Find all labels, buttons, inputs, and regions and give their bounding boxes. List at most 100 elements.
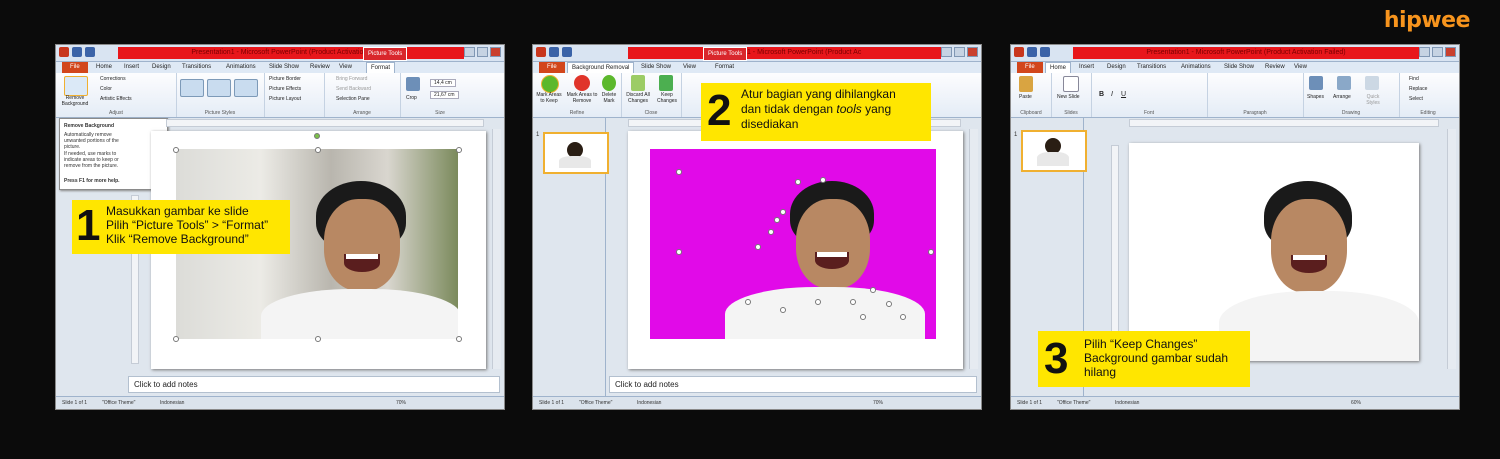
- checkmark-icon[interactable]: [659, 75, 673, 91]
- tab-insert[interactable]: Insert: [124, 62, 139, 73]
- tab-design[interactable]: Design: [152, 62, 171, 73]
- picture-effects-button[interactable]: Picture Effects: [269, 86, 301, 92]
- tab-file[interactable]: File: [539, 62, 565, 73]
- resize-handle[interactable]: [456, 336, 462, 342]
- zoom-level[interactable]: 70%: [396, 397, 406, 409]
- keep-mark[interactable]: [815, 299, 821, 305]
- keep-mark[interactable]: [768, 229, 774, 235]
- language[interactable]: Indonesian: [1115, 397, 1139, 409]
- picture-layout-button[interactable]: Picture Layout: [269, 96, 301, 102]
- tab-format[interactable]: Format: [715, 62, 734, 73]
- keep-mark[interactable]: [745, 299, 751, 305]
- bold-button[interactable]: B: [1099, 91, 1104, 98]
- keep-mark[interactable]: [780, 209, 786, 215]
- width-field[interactable]: 21,67 cm: [430, 91, 459, 99]
- picture-border-button[interactable]: Picture Border: [269, 76, 301, 82]
- color-button[interactable]: Color: [100, 86, 112, 92]
- mark-areas-to-keep-button[interactable]: Mark Areas to Keep: [535, 92, 563, 104]
- slide-canvas[interactable]: [628, 131, 963, 369]
- minimize-icon[interactable]: [941, 47, 952, 57]
- maximize-icon[interactable]: [954, 47, 965, 57]
- keep-mark[interactable]: [860, 314, 866, 320]
- underline-button[interactable]: U: [1121, 91, 1126, 98]
- zoom-level[interactable]: 70%: [873, 397, 883, 409]
- new-slide-button[interactable]: New Slide: [1057, 94, 1080, 100]
- selection-handle[interactable]: [676, 169, 682, 175]
- resize-handle[interactable]: [315, 336, 321, 342]
- tab-review[interactable]: Review: [310, 62, 330, 73]
- replace-button[interactable]: Replace: [1409, 86, 1427, 92]
- quick-access-toolbar[interactable]: [59, 47, 95, 57]
- arrange-icon[interactable]: [1337, 76, 1351, 90]
- close-icon[interactable]: [490, 47, 501, 57]
- tab-file[interactable]: File: [62, 62, 88, 73]
- save-icon[interactable]: [549, 47, 559, 57]
- tab-view[interactable]: View: [683, 62, 696, 73]
- keep-changes-button[interactable]: Keep Changes: [655, 92, 679, 104]
- keep-mark[interactable]: [774, 217, 780, 223]
- vertical-scrollbar[interactable]: [1447, 129, 1456, 369]
- delete-mark-button[interactable]: Delete Mark: [599, 92, 619, 104]
- tab-transitions[interactable]: Transitions: [182, 62, 211, 73]
- tab-transitions[interactable]: Transitions: [1137, 62, 1166, 73]
- resize-handle[interactable]: [315, 147, 321, 153]
- quick-styles-icon[interactable]: [1365, 76, 1379, 90]
- notes-pane[interactable]: Click to add notes: [609, 376, 977, 393]
- quick-styles-button[interactable]: Quick Styles: [1361, 94, 1385, 106]
- resize-handle[interactable]: [456, 147, 462, 153]
- zoom-level[interactable]: 60%: [1351, 397, 1361, 409]
- crop-icon[interactable]: [406, 77, 420, 91]
- resize-handle[interactable]: [173, 147, 179, 153]
- corrections-button[interactable]: Corrections: [100, 76, 126, 82]
- slide-canvas[interactable]: [1129, 143, 1419, 361]
- tab-home[interactable]: Home: [96, 62, 112, 73]
- rotate-handle[interactable]: [314, 133, 320, 139]
- tab-insert[interactable]: Insert: [1079, 62, 1094, 73]
- keep-mark[interactable]: [820, 177, 826, 183]
- paste-button[interactable]: Paste: [1019, 94, 1032, 100]
- selection-handle[interactable]: [676, 249, 682, 255]
- style-thumbnail-2[interactable]: [207, 79, 231, 97]
- maximize-icon[interactable]: [477, 47, 488, 57]
- close-icon[interactable]: [967, 47, 978, 57]
- undo-icon[interactable]: [562, 47, 572, 57]
- style-thumbnail-1[interactable]: [180, 79, 204, 97]
- keep-mark[interactable]: [780, 307, 786, 313]
- maximize-icon[interactable]: [1432, 47, 1443, 57]
- window-controls[interactable]: [1419, 47, 1456, 57]
- undo-icon[interactable]: [85, 47, 95, 57]
- italic-button[interactable]: I: [1111, 91, 1113, 98]
- tab-view[interactable]: View: [339, 62, 352, 73]
- vertical-scrollbar[interactable]: [969, 129, 978, 369]
- language[interactable]: Indonesian: [637, 397, 661, 409]
- keep-mark[interactable]: [795, 179, 801, 185]
- remove-background-icon[interactable]: [64, 76, 88, 96]
- tab-review[interactable]: Review: [1265, 62, 1285, 73]
- tab-animations[interactable]: Animations: [1181, 62, 1211, 73]
- keep-mark[interactable]: [886, 301, 892, 307]
- shapes-button[interactable]: Shapes: [1307, 94, 1324, 100]
- shapes-icon[interactable]: [1309, 76, 1323, 90]
- slide-thumbnail-1[interactable]: [543, 132, 609, 174]
- discard-all-changes-button[interactable]: Discard All Changes: [623, 92, 653, 104]
- mark-keep-icon[interactable]: [541, 75, 559, 93]
- remove-background-button[interactable]: Remove Background: [59, 95, 91, 107]
- mark-remove-icon[interactable]: [574, 75, 590, 91]
- undo-icon[interactable]: [1040, 47, 1050, 57]
- new-slide-icon[interactable]: [1063, 76, 1079, 92]
- tab-slide-show[interactable]: Slide Show: [269, 62, 299, 73]
- language[interactable]: Indonesian: [160, 397, 184, 409]
- find-button[interactable]: Find: [1409, 76, 1419, 82]
- resize-handle[interactable]: [173, 336, 179, 342]
- delete-mark-icon[interactable]: [602, 75, 616, 91]
- keep-mark[interactable]: [870, 287, 876, 293]
- paste-icon[interactable]: [1019, 76, 1033, 92]
- discard-icon[interactable]: [631, 75, 645, 91]
- keep-mark[interactable]: [900, 314, 906, 320]
- arrange-button[interactable]: Arrange: [1333, 94, 1351, 100]
- tab-animations[interactable]: Animations: [226, 62, 256, 73]
- tab-file[interactable]: File: [1017, 62, 1043, 73]
- bring-forward-button[interactable]: Bring Forward: [336, 76, 367, 82]
- quick-access-toolbar[interactable]: [536, 47, 572, 57]
- minimize-icon[interactable]: [464, 47, 475, 57]
